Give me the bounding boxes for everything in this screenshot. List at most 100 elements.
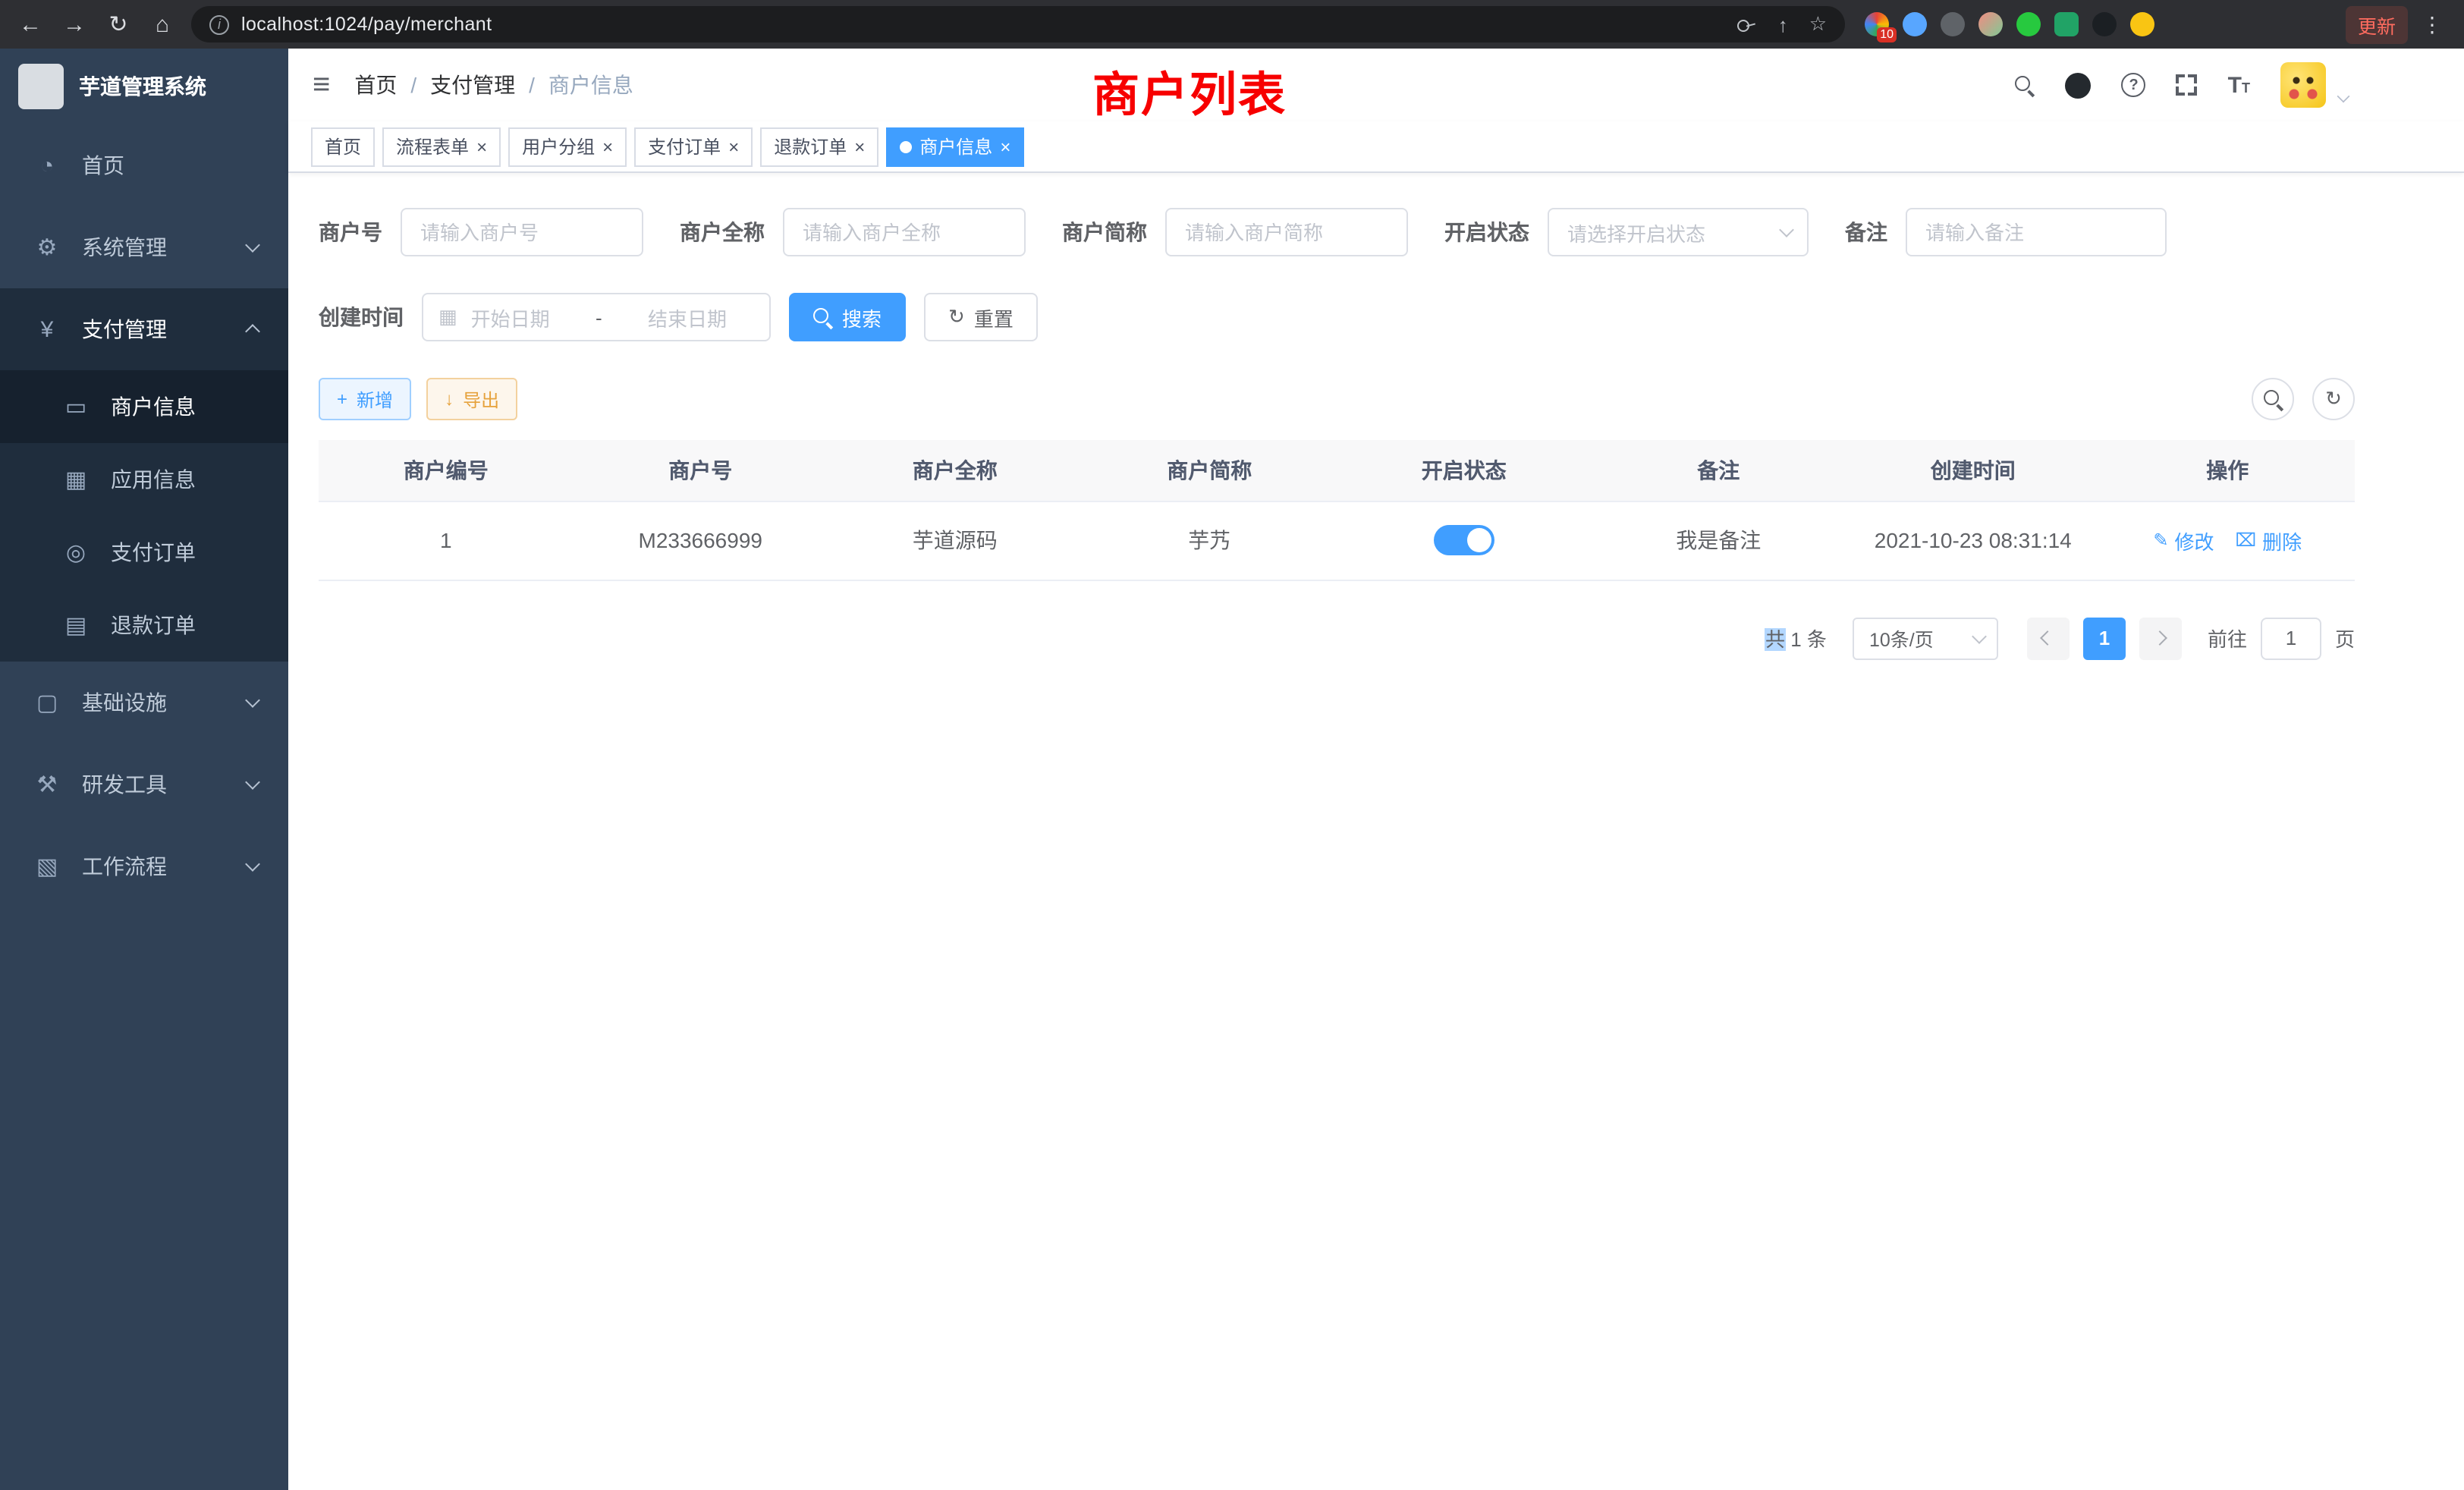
status-toggle[interactable] [1434,525,1494,555]
refund-doc-icon: ▤ [61,611,91,639]
search-button[interactable]: 搜索 [789,293,906,341]
breadcrumb-item[interactable]: 支付管理 [430,70,515,100]
grid-icon: ▦ [61,466,91,493]
avatar[interactable] [2280,62,2326,108]
share-icon[interactable]: ↑ [1778,13,1788,36]
browser-update-button[interactable]: 更新 [2346,5,2408,43]
tab-refund-order[interactable]: 退款订单 × [760,127,878,166]
address-bar[interactable]: i localhost:1024/pay/merchant ↑ ☆ [191,6,1845,42]
status-select[interactable]: 请选择开启状态 [1548,208,1809,256]
chevron-up-icon [245,324,260,339]
refresh-table-button[interactable]: ↻ [2312,378,2355,420]
toggle-search-button[interactable] [2252,378,2294,420]
tab-close-icon[interactable]: × [728,137,739,156]
sidebar-item-label: 研发工具 [82,769,167,800]
sidebar-item-workflow[interactable]: ▧ 工作流程 [0,825,288,907]
tab-process-form[interactable]: 流程表单 × [382,127,501,166]
app-header: ≡ 首页 / 支付管理 / 商户信息 ? TT [288,49,2464,121]
tab-label: 支付订单 [648,134,721,159]
breadcrumb: 首页 / 支付管理 / 商户信息 [354,70,633,100]
tab-home[interactable]: 首页 [311,127,375,166]
delete-link[interactable]: ⌧ 删除 [2235,526,2302,555]
extension-icon-2[interactable] [1903,12,1927,36]
back-icon[interactable]: ← [15,11,46,37]
forward-icon[interactable]: → [59,11,90,37]
tab-close-icon[interactable]: × [476,137,487,156]
sidebar-item-merchant-info[interactable]: ▭ 商户信息 [0,370,288,443]
extension-icon-6[interactable] [2054,12,2079,36]
extension-icon-3[interactable] [1941,12,1965,36]
page-unit-label: 页 [2335,624,2355,652]
page-number-current[interactable]: 1 [2083,617,2126,659]
sidebar-item-label: 支付管理 [82,314,167,344]
full-name-input[interactable] [783,208,1026,256]
password-key-icon[interactable] [1737,14,1757,34]
page-size-select[interactable]: 10条/页 [1853,617,1998,659]
col-header-create-time: 创建时间 [1846,440,2101,501]
chevron-down-icon [245,237,260,253]
prev-page-button[interactable] [2027,617,2070,659]
help-icon[interactable]: ? [2122,73,2146,97]
tab-pay-order[interactable]: 支付订单 × [634,127,753,166]
goto-page-input[interactable] [2261,617,2321,659]
search-icon[interactable] [2016,75,2035,95]
sidebar-item-app-info[interactable]: ▦ 应用信息 [0,443,288,516]
start-date-placeholder: 开始日期 [471,303,550,332]
plus-icon: + [337,388,347,410]
tab-label: 流程表单 [396,134,469,159]
cell-full-name: 芋道源码 [828,501,1083,580]
font-size-icon[interactable]: TT [2228,72,2250,98]
short-name-input[interactable] [1165,208,1408,256]
breadcrumb-item[interactable]: 首页 [354,70,397,100]
home-icon[interactable]: ⌂ [147,11,178,37]
cell-actions: ✎ 修改 ⌧ 删除 [2101,501,2356,580]
filter-full-name: 商户全称 [680,208,1026,256]
extension-icon-7[interactable] [2092,12,2117,36]
extension-icon-1[interactable]: 10 [1865,12,1889,36]
filter-status: 开启状态 请选择开启状态 [1444,208,1809,256]
sidebar-item-infrastructure[interactable]: ▢ 基础设施 [0,662,288,743]
bookmark-star-icon[interactable]: ☆ [1809,12,1827,36]
sidebar-item-pay-order[interactable]: ◎ 支付订单 [0,516,288,589]
tab-close-icon[interactable]: × [1000,137,1010,156]
sidebar-item-system[interactable]: ⚙ 系统管理 [0,206,288,288]
tab-close-icon[interactable]: × [602,137,613,156]
reset-button[interactable]: ↻ 重置 [924,293,1038,341]
merchant-no-input[interactable] [401,208,643,256]
export-button[interactable]: ↓ 导出 [426,378,517,420]
tab-merchant-info[interactable]: 商户信息 × [886,127,1024,166]
edit-link[interactable]: ✎ 修改 [2153,526,2214,555]
sidebar-item-refund-order[interactable]: ▤ 退款订单 [0,589,288,662]
avatar-caret-icon[interactable] [2337,90,2350,102]
col-header-short-name: 商户简称 [1083,440,1337,501]
gear-icon: ⚙ [32,234,62,261]
hamburger-icon[interactable]: ≡ [313,68,330,102]
pagination: 共 1 条 10条/页 1 前往 页 [319,617,2355,659]
select-placeholder: 请选择开启状态 [1567,218,1705,247]
sidebar-item-home[interactable]: ◔ 首页 [0,124,288,206]
next-page-button[interactable] [2139,617,2182,659]
site-info-icon[interactable]: i [209,14,229,34]
pagination-total-rest: 1 条 [1785,628,1827,651]
add-button-label: 新增 [357,386,393,412]
extension-icon-5[interactable] [2016,12,2041,36]
edit-icon: ✎ [2153,530,2168,551]
fullscreen-icon[interactable] [2176,74,2198,96]
browser-menu-icon[interactable]: ⋮ [2422,11,2443,37]
tab-user-group[interactable]: 用户分组 × [508,127,627,166]
app-logo[interactable]: 芋道管理系统 [0,49,288,124]
active-dot-icon [900,140,912,152]
remark-input[interactable] [1906,208,2167,256]
filter-merchant-no: 商户号 [319,208,643,256]
sidebar-item-dev-tools[interactable]: ⚒ 研发工具 [0,743,288,825]
reload-icon[interactable]: ↻ [103,11,134,38]
extension-icon-8[interactable] [2130,12,2154,36]
tab-label: 退款订单 [774,134,847,159]
url-text: localhost:1024/pay/merchant [241,14,492,35]
tab-close-icon[interactable]: × [854,137,865,156]
date-range-picker[interactable]: ▦ 开始日期 - 结束日期 [422,293,771,341]
sidebar-item-payment[interactable]: ¥ 支付管理 [0,288,288,370]
add-button[interactable]: + 新增 [319,378,411,420]
extension-icon-4[interactable] [1978,12,2003,36]
github-icon[interactable] [2066,72,2092,98]
